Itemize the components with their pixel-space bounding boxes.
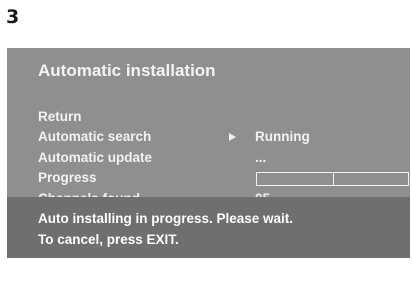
right-triangle-icon [229, 133, 236, 141]
osd-title: Automatic installation [38, 61, 216, 80]
manual-page: 3 Automatic installation Return Automati… [0, 0, 412, 285]
menu-item-label: Progress [38, 170, 97, 185]
progress-midpoint-tick [332, 173, 334, 185]
menu-item-return[interactable]: Return [38, 109, 408, 129]
automatic-search-status: Running [255, 129, 310, 144]
menu-item-label: Automatic update [38, 150, 153, 165]
osd-footer: Auto installing in progress. Please wait… [7, 197, 410, 258]
footer-message-line1: Auto installing in progress. Please wait… [38, 211, 294, 226]
menu-item-automatic-search[interactable]: Automatic search Running [38, 129, 408, 149]
footer-message-line2: To cancel, press EXIT. [38, 232, 179, 247]
automatic-update-status: ... [255, 150, 267, 165]
progress-bar [256, 172, 409, 186]
menu-item-automatic-update[interactable]: Automatic update ... [38, 150, 408, 170]
osd-panel: Automatic installation Return Automatic … [7, 48, 410, 258]
menu-item-label: Return [38, 109, 82, 124]
step-number: 3 [6, 6, 20, 28]
menu-item-label: Automatic search [38, 129, 152, 144]
